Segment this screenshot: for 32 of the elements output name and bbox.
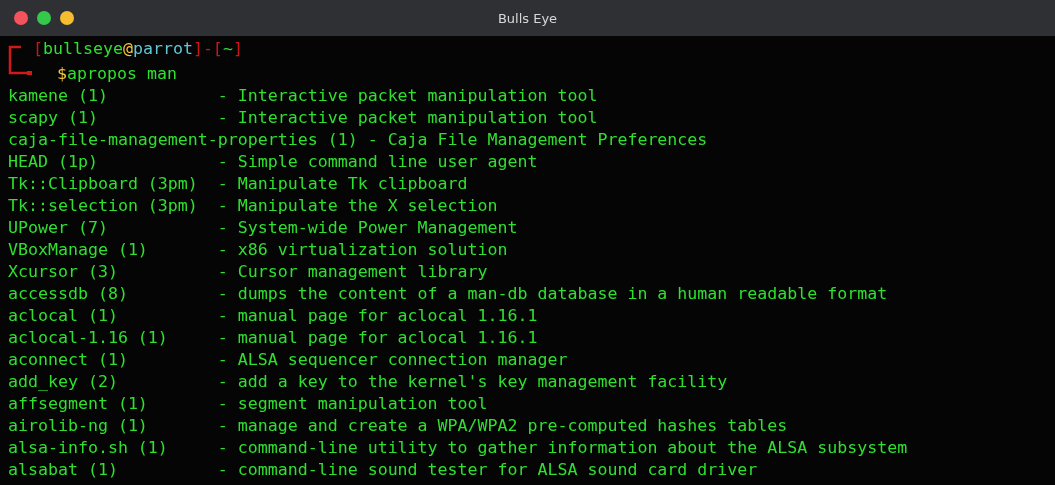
output-line: affsegment (1) - segment manipulation tool [8,393,489,415]
prompt-connector-icon [7,44,33,78]
close-button[interactable] [14,11,28,25]
window-title: Bulls Eye [497,10,558,26]
output-line: HEAD (1p) - Simple command line user agent [8,151,539,173]
prompt-bracket: ] [232,38,243,60]
prompt-at: @ [122,38,133,60]
maximize-button[interactable] [37,11,51,25]
output-line: aconnect (1) - ALSA sequencer connection manager [8,349,569,371]
output-line: UPower (7) - System-wide Power Management [8,217,519,239]
prompt-directory: ~ [222,38,233,60]
output-line: aclocal (1) - manual page for aclocal 1.16.1 [8,305,539,327]
prompt-symbol: $ [57,63,67,85]
output-line: alsa-info.sh (1) - command-line utility to gather information about the ALSA subsystem [8,437,909,459]
command-text: apropos man [67,63,177,85]
output-line: Xcursor (3) - Cursor management library [8,261,489,283]
output-line: airolib-ng (1) - manage and create a WPA/WPA2 pre-computed hashes tables [8,415,789,437]
output-line: caja-file-management-properties (1) - Caja File Management Preferences [8,129,709,151]
output-line: kamene (1) - Interactive packet manipulation tool [8,85,599,107]
output-line: Tk::Clipboard (3pm) - Manipulate Tk clipboard [8,173,469,195]
prompt-separator: ]-[ [192,38,223,60]
output-line: scapy (1) - Interactive packet manipulation tool [8,107,599,129]
output-line: Tk::selection (3pm) - Manipulate the X selection [8,195,499,217]
prompt-bracket: [ [33,38,43,60]
output-line: accessdb (8) - dumps the content of a man-db database in a human readable format [8,283,889,305]
output-line: add_key (2) - add a key to the kernel's key management facility [8,371,729,393]
output-line: alsabat (1) - command-line sound tester for ALSA sound card driver [8,459,759,481]
minimize-button[interactable] [60,11,74,25]
prompt-host: parrot [132,38,193,60]
output-line: VBoxManage (1) - x86 virtualization solution [8,239,509,261]
output-line: aclocal-1.16 (1) - manual page for aclocal 1.16.1 [8,327,539,349]
prompt-user: bullseye [43,38,123,60]
